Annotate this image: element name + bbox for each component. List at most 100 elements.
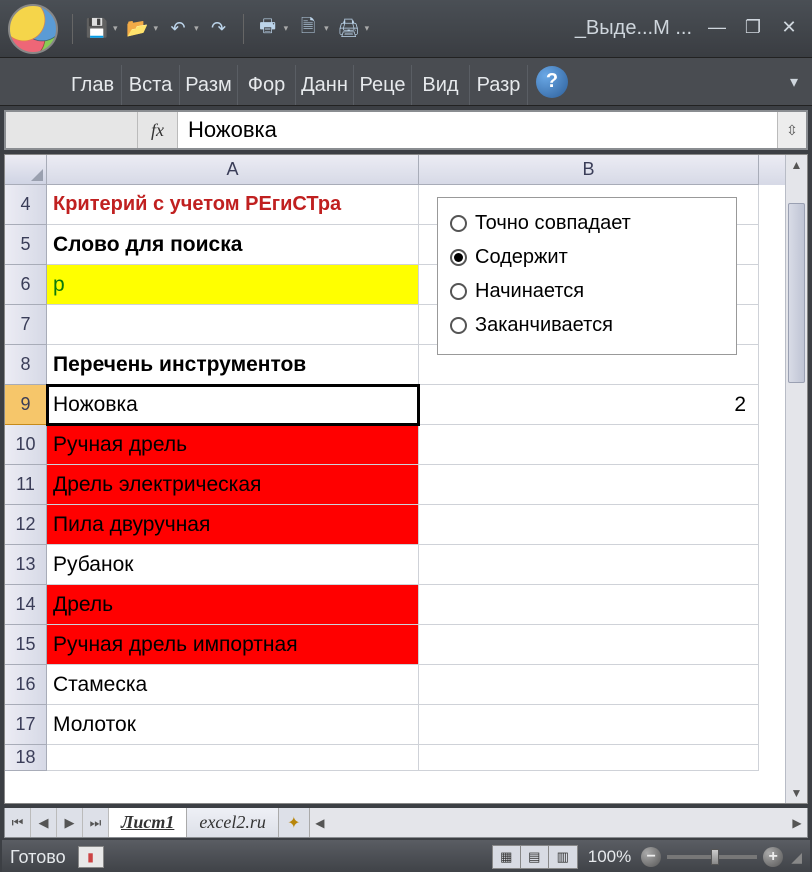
view-normal-icon[interactable]: ▦ <box>493 846 521 868</box>
tab-developer[interactable]: Разр <box>470 65 528 105</box>
radio-contains[interactable]: Содержит <box>450 240 724 274</box>
undo-icon[interactable]: ↶ <box>164 15 192 43</box>
cell-a[interactable]: р <box>47 265 419 305</box>
tab-pagelayout[interactable]: Разм <box>180 65 238 105</box>
cell-a[interactable] <box>47 745 419 771</box>
sheet-prev-icon[interactable]: ◀ <box>31 808 57 837</box>
insert-sheet-icon[interactable]: ✦ <box>279 808 309 837</box>
cell-a[interactable]: Ручная дрель импортная <box>47 625 419 665</box>
tab-review[interactable]: Реце <box>354 65 412 105</box>
close-button[interactable]: ✕ <box>774 17 804 41</box>
sheet-tab-excel2[interactable]: excel2.ru <box>187 808 278 837</box>
row-header[interactable]: 18 <box>5 745 47 771</box>
sheet-next-icon[interactable]: ▶ <box>57 808 83 837</box>
horizontal-scrollbar[interactable]: ◀ ▶ <box>309 808 807 837</box>
zoom-out-button[interactable]: − <box>641 847 661 867</box>
view-pagelayout-icon[interactable]: ▤ <box>521 846 549 868</box>
redo-icon[interactable]: ↷ <box>205 15 233 43</box>
sheet-tab-list1[interactable]: Лист1 <box>109 808 187 837</box>
radio-starts[interactable]: Начинается <box>450 274 724 308</box>
preview-icon[interactable]: 🗎 <box>294 15 322 43</box>
column-header-b[interactable]: B <box>419 155 759 185</box>
tab-insert[interactable]: Вста <box>122 65 180 105</box>
zoom-track[interactable] <box>667 855 757 859</box>
cell-a[interactable] <box>47 305 419 345</box>
qat-dropdown-icon[interactable]: ▾ <box>194 23 199 34</box>
cell-a[interactable]: Молоток <box>47 705 419 745</box>
zoom-thumb[interactable] <box>711 849 719 865</box>
scroll-left-icon[interactable]: ◀ <box>310 808 330 837</box>
cell-a[interactable]: Дрель <box>47 585 419 625</box>
row-header[interactable]: 5 <box>5 225 47 265</box>
restore-button[interactable]: ❐ <box>738 17 768 41</box>
cell-a[interactable]: Рубанок <box>47 545 419 585</box>
row-header[interactable]: 8 <box>5 345 47 385</box>
cell-b[interactable] <box>419 705 759 745</box>
office-button[interactable] <box>8 4 58 54</box>
fx-button[interactable]: fx <box>138 112 178 148</box>
select-all-corner[interactable] <box>5 155 47 185</box>
cell-b[interactable] <box>419 665 759 705</box>
column-header-a[interactable]: A <box>47 155 419 185</box>
radio-ends[interactable]: Заканчивается <box>450 308 724 342</box>
scroll-up-icon[interactable]: ▲ <box>786 155 807 175</box>
cell-a[interactable]: Пила двуручная <box>47 505 419 545</box>
cell-a[interactable]: Критерий с учетом РЕгиСТра <box>47 185 419 225</box>
row-header[interactable]: 16 <box>5 665 47 705</box>
tab-formulas[interactable]: Фор <box>238 65 296 105</box>
sheet-first-icon[interactable]: ⏮ <box>5 808 31 837</box>
scroll-down-icon[interactable]: ▼ <box>786 783 807 803</box>
formula-input[interactable]: Ножовка <box>178 112 778 148</box>
row-header[interactable]: 6 <box>5 265 47 305</box>
row-header[interactable]: 14 <box>5 585 47 625</box>
qat-dropdown-icon[interactable]: ▾ <box>365 23 370 34</box>
print-icon[interactable]: 🖨 <box>335 15 363 43</box>
row-header[interactable]: 13 <box>5 545 47 585</box>
tab-data[interactable]: Данн <box>296 65 354 105</box>
tab-home[interactable]: Глав <box>64 65 122 105</box>
row-header[interactable]: 15 <box>5 625 47 665</box>
qat-dropdown-icon[interactable]: ▾ <box>324 23 329 34</box>
radio-exact[interactable]: Точно совпадает <box>450 206 724 240</box>
help-button[interactable]: ? <box>536 66 568 98</box>
cell-b[interactable] <box>419 465 759 505</box>
cell-b[interactable] <box>419 745 759 771</box>
zoom-percent[interactable]: 100% <box>588 847 631 867</box>
open-icon[interactable]: 📂 <box>124 15 152 43</box>
row-header[interactable]: 17 <box>5 705 47 745</box>
scroll-thumb[interactable] <box>788 203 805 383</box>
cell-b[interactable] <box>419 505 759 545</box>
cell-a[interactable]: Дрель электрическая <box>47 465 419 505</box>
macro-record-icon[interactable]: ▮ <box>78 846 104 868</box>
scroll-right-icon[interactable]: ▶ <box>787 808 807 837</box>
row-header[interactable]: 9 <box>5 385 47 425</box>
cell-b[interactable]: 2 <box>419 385 759 425</box>
cell-a[interactable]: Перечень инструментов <box>47 345 419 385</box>
save-icon[interactable]: 💾 <box>83 15 111 43</box>
row-header[interactable]: 12 <box>5 505 47 545</box>
row-header[interactable]: 7 <box>5 305 47 345</box>
cell-a[interactable]: Стамеска <box>47 665 419 705</box>
row-header[interactable]: 11 <box>5 465 47 505</box>
sheet-last-icon[interactable]: ⏭ <box>83 808 109 837</box>
row-header[interactable]: 4 <box>5 185 47 225</box>
cell-b[interactable] <box>419 425 759 465</box>
name-box[interactable] <box>6 112 138 148</box>
view-pagebreak-icon[interactable]: ▥ <box>549 846 577 868</box>
minimize-button[interactable]: — <box>702 17 732 41</box>
qat-dropdown-icon[interactable]: ▾ <box>284 23 289 34</box>
formula-bar-expand-icon[interactable]: ⇳ <box>778 112 806 148</box>
cell-b[interactable] <box>419 585 759 625</box>
qat-dropdown-icon[interactable]: ▾ <box>113 23 118 34</box>
cell-a[interactable]: Ручная дрель <box>47 425 419 465</box>
quickprint-icon[interactable]: 🖶 <box>254 15 282 43</box>
cell-b[interactable] <box>419 625 759 665</box>
vertical-scrollbar[interactable]: ▲ ▼ <box>785 155 807 803</box>
ribbon-minimize-icon[interactable]: ▾ <box>782 70 806 94</box>
cell-a[interactable]: Ножовка <box>47 385 419 425</box>
qat-dropdown-icon[interactable]: ▾ <box>154 23 159 34</box>
cell-b[interactable] <box>419 545 759 585</box>
zoom-in-button[interactable]: + <box>763 847 783 867</box>
row-header[interactable]: 10 <box>5 425 47 465</box>
resize-grip-icon[interactable]: ◢ <box>791 849 802 866</box>
